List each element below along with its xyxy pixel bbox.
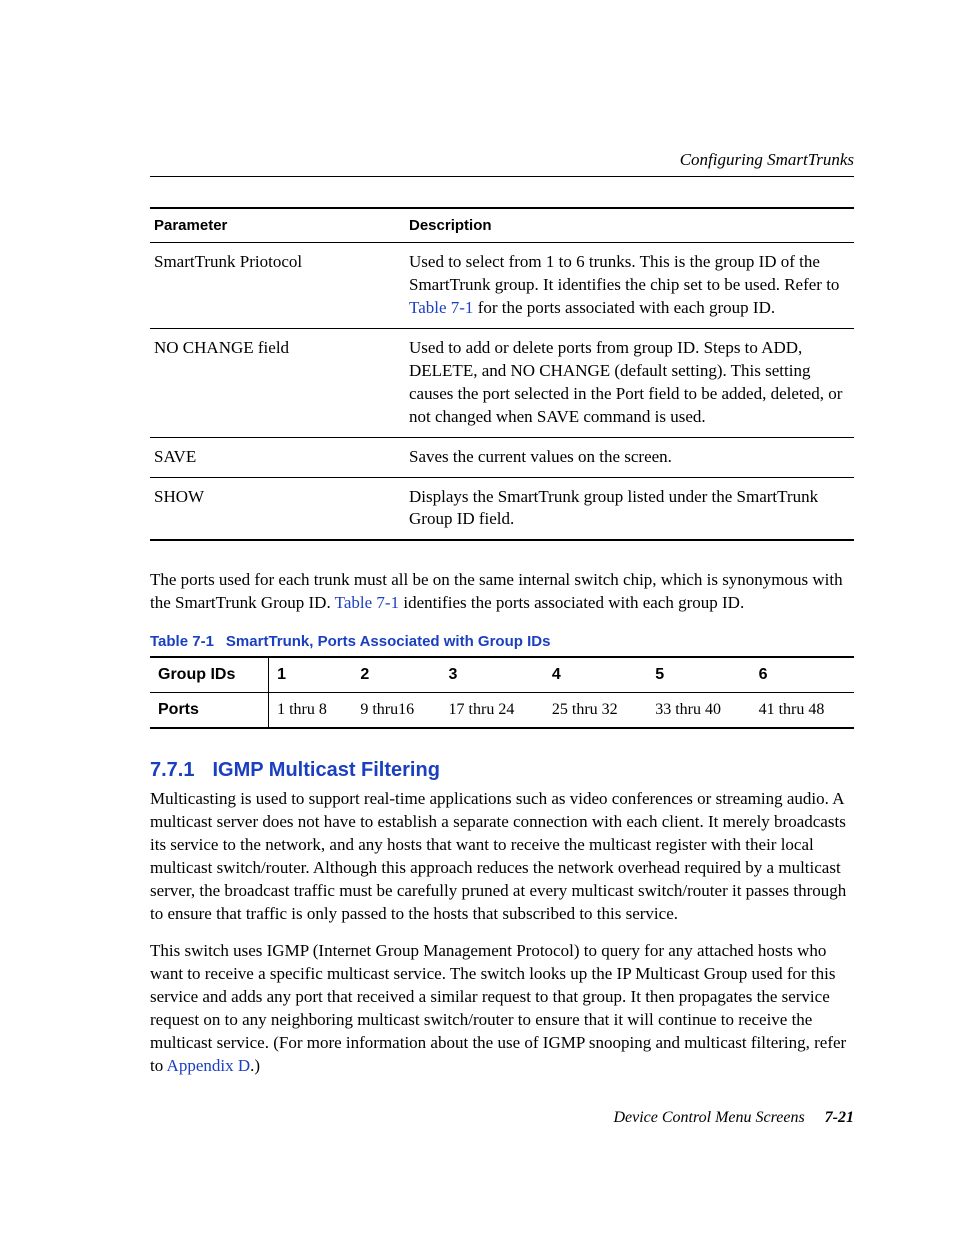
page-number: 7-21 — [825, 1109, 854, 1126]
group-ids-table: Group IDs 1 2 3 4 5 6 Ports 1 thru 8 9 t… — [150, 656, 854, 729]
running-header: Configuring SmartTrunks — [150, 150, 854, 170]
footer-title: Device Control Menu Screens — [613, 1109, 804, 1126]
body-paragraph: Multicasting is used to support real-tim… — [150, 788, 854, 926]
row-header-group-ids: Group IDs — [150, 657, 269, 693]
param-name: SHOW — [150, 477, 405, 540]
table-header-row: Parameter Description — [150, 208, 854, 243]
body-text: This switch uses IGMP (Internet Group Ma… — [150, 941, 846, 1075]
col-header: 4 — [544, 657, 647, 693]
param-desc: Saves the current values on the screen. — [405, 437, 854, 477]
col-header-description: Description — [405, 208, 854, 243]
ports-cell: 33 thru 40 — [647, 693, 750, 729]
table-caption: Table 7-1 SmartTrunk, Ports Associated wi… — [150, 633, 854, 650]
table-label: Table 7-1 — [150, 633, 214, 650]
table-row: Ports 1 thru 8 9 thru16 17 thru 24 25 th… — [150, 693, 854, 729]
col-header: 2 — [352, 657, 440, 693]
table-row: SAVE Saves the current values on the scr… — [150, 437, 854, 477]
body-text: identifies the ports associated with eac… — [399, 593, 744, 612]
col-header: 1 — [269, 657, 353, 693]
xref-table-7-1[interactable]: Table 7-1 — [335, 593, 399, 612]
col-header: 6 — [751, 657, 854, 693]
desc-text: for the ports associated with each group… — [473, 298, 775, 317]
param-desc: Used to select from 1 to 6 trunks. This … — [405, 243, 854, 329]
page-footer: Device Control Menu Screens 7-21 — [613, 1109, 854, 1127]
section-heading: 7.7.1 IGMP Multicast Filtering — [150, 759, 854, 782]
param-name: SAVE — [150, 437, 405, 477]
section-number: 7.7.1 — [150, 759, 194, 781]
col-header: 5 — [647, 657, 750, 693]
section-title: IGMP Multicast Filtering — [212, 759, 439, 781]
table-row: SHOW Displays the SmartTrunk group liste… — [150, 477, 854, 540]
body-paragraph: This switch uses IGMP (Internet Group Ma… — [150, 940, 854, 1078]
header-rule — [150, 176, 854, 177]
col-header: 3 — [441, 657, 544, 693]
ports-cell: 9 thru16 — [352, 693, 440, 729]
desc-text: Used to select from 1 to 6 trunks. This … — [409, 252, 839, 294]
ports-cell: 25 thru 32 — [544, 693, 647, 729]
param-name: NO CHANGE field — [150, 328, 405, 437]
xref-appendix-d[interactable]: Appendix D — [167, 1056, 251, 1075]
param-desc: Used to add or delete ports from group I… — [405, 328, 854, 437]
page: Configuring SmartTrunks Parameter Descri… — [0, 0, 954, 1235]
ports-cell: 1 thru 8 — [269, 693, 353, 729]
body-text: .) — [250, 1056, 260, 1075]
param-desc: Displays the SmartTrunk group listed und… — [405, 477, 854, 540]
ports-cell: 41 thru 48 — [751, 693, 854, 729]
table-title: SmartTrunk, Ports Associated with Group … — [226, 633, 551, 650]
table-row: NO CHANGE field Used to add or delete po… — [150, 328, 854, 437]
col-header-parameter: Parameter — [150, 208, 405, 243]
body-paragraph: The ports used for each trunk must all b… — [150, 569, 854, 615]
xref-table-7-1[interactable]: Table 7-1 — [409, 298, 473, 317]
parameter-table: Parameter Description SmartTrunk Priotoc… — [150, 207, 854, 541]
ports-cell: 17 thru 24 — [441, 693, 544, 729]
table-header-row: Group IDs 1 2 3 4 5 6 — [150, 657, 854, 693]
row-header-ports: Ports — [150, 693, 269, 729]
table-row: SmartTrunk Priotocol Used to select from… — [150, 243, 854, 329]
param-name: SmartTrunk Priotocol — [150, 243, 405, 329]
